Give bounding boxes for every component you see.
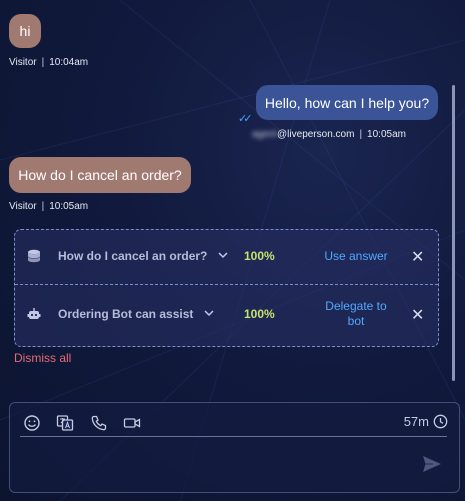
timer-value: 57m <box>403 414 429 429</box>
translate-icon[interactable] <box>56 414 74 432</box>
suggestion-row-bot: Ordering Bot can assist 100% Delegate to… <box>15 285 438 339</box>
message-time: 10:05am <box>49 201 89 212</box>
visitor-message-bubble: hi <box>9 14 41 48</box>
confidence-score: 100% <box>244 249 275 263</box>
delegate-to-bot-button[interactable]: Delegate to bot <box>316 299 396 329</box>
database-icon <box>28 249 40 263</box>
toolbar-divider <box>20 436 447 437</box>
use-answer-button[interactable]: Use answer <box>316 249 396 264</box>
message-time: 10:04am <box>49 57 89 68</box>
clock-icon <box>433 414 448 429</box>
chevron-down-icon[interactable] <box>217 249 229 264</box>
sender-name: Visitor <box>9 201 37 212</box>
message-composer: 57m <box>9 402 460 493</box>
message-meta: Visitor | 10:05am <box>9 201 89 212</box>
close-icon[interactable]: ✕ <box>411 247 424 267</box>
message-text: How do I cancel an order? <box>18 167 182 183</box>
send-icon[interactable] <box>421 453 443 475</box>
message-time: 10:05am <box>367 129 406 140</box>
chevron-down-icon[interactable] <box>203 307 215 322</box>
read-receipt-icon: ✓✓ <box>238 113 253 125</box>
suggestion-row-answer: How do I cancel an order? 100% Use answe… <box>15 230 438 284</box>
bot-icon <box>27 308 41 319</box>
visitor-message-bubble: How do I cancel an order? <box>9 157 191 193</box>
agent-name-redacted: agent <box>252 129 278 140</box>
message-meta: Visitor | 10:04am <box>9 57 89 68</box>
message-text: Hello, how can I help you? <box>264 94 430 111</box>
message-meta: agent@liveperson.com | 10:05am <box>252 129 406 140</box>
dismiss-all-link[interactable]: Dismiss all <box>14 351 71 365</box>
suggestions-panel: How do I cancel an order? 100% Use answe… <box>14 229 439 347</box>
agent-email-domain: @liveperson.com <box>277 129 355 140</box>
phone-icon[interactable] <box>90 414 108 432</box>
sender-name: Visitor <box>9 57 37 68</box>
suggestion-text: How do I cancel an order? <box>58 249 208 263</box>
message-input[interactable] <box>20 441 410 485</box>
emoji-icon[interactable] <box>23 414 41 432</box>
scrollbar[interactable] <box>452 85 455 381</box>
agent-message-bubble: Hello, how can I help you? <box>256 85 438 120</box>
video-icon[interactable] <box>123 414 141 432</box>
close-icon[interactable]: ✕ <box>411 305 424 325</box>
message-text: hi <box>19 23 31 39</box>
conversation-timer: 57m <box>404 414 448 429</box>
confidence-score: 100% <box>244 307 275 321</box>
suggestion-text: Ordering Bot can assist <box>58 307 194 321</box>
